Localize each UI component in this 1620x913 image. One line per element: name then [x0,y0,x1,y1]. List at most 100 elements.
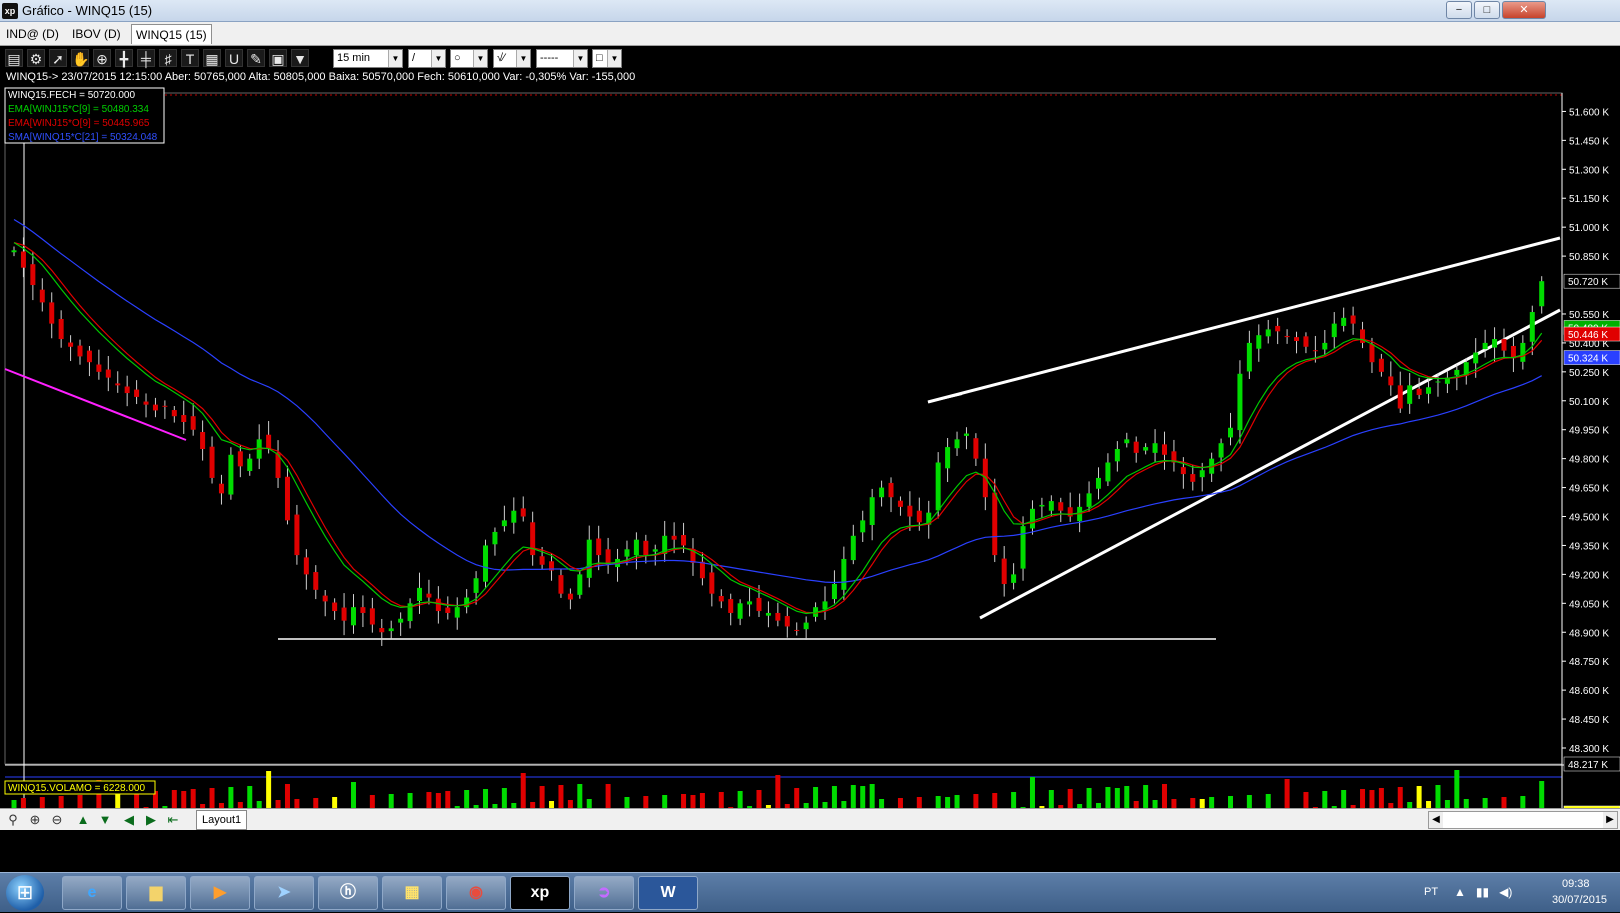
candle-body[interactable] [1256,335,1262,349]
candle-body[interactable] [124,386,130,394]
candle-body[interactable] [313,572,319,590]
candle-body[interactable] [86,350,92,363]
gear-icon[interactable]: ⚙ [27,49,45,67]
candle-body[interactable] [963,433,969,436]
volume-bar[interactable] [1246,795,1252,808]
clock-time[interactable]: 09:38 [1562,878,1590,890]
volume-bar[interactable] [1011,792,1017,808]
volume-bar[interactable] [1048,790,1054,808]
volume-bar[interactable] [501,788,507,808]
volume-bar[interactable] [332,797,338,808]
volume-bar[interactable] [1086,788,1092,808]
volume-bar[interactable] [681,794,687,808]
volume-bar[interactable] [954,795,960,808]
chevron-down-icon[interactable]: ▼ [388,50,402,67]
volume-bar[interactable] [1284,779,1290,808]
candle-body[interactable] [284,476,290,521]
volume-bar[interactable] [992,793,998,808]
candle-body[interactable] [1114,449,1120,462]
volume-bar[interactable] [77,795,83,808]
candle-body[interactable] [30,264,36,286]
candle-body[interactable] [1350,315,1356,324]
volume-bar[interactable] [1454,770,1460,808]
candle-body[interactable] [1426,387,1432,394]
candle-body[interactable] [162,405,168,407]
volume-bar[interactable] [1463,799,1469,808]
volume-bar[interactable] [256,801,262,808]
candle-body[interactable] [322,595,328,602]
candle-body[interactable] [1303,336,1309,347]
candle-body[interactable] [765,612,771,616]
volume-bar[interactable] [1482,798,1488,808]
close-button[interactable]: ✕ [1502,1,1546,19]
candle-body[interactable] [247,458,253,471]
scroll-up-icon[interactable]: ▲ [74,811,92,829]
volume-bar[interactable] [115,793,121,808]
volume-bar[interactable] [1369,790,1375,808]
candle-body[interactable] [1265,329,1271,337]
volume-bar[interactable] [171,790,177,808]
candle-body[interactable] [39,289,45,303]
clock-date[interactable]: 30/07/2015 [1552,894,1607,906]
volume-bar[interactable] [275,800,281,808]
candle-body[interactable] [388,628,394,632]
candle-body[interactable] [171,410,177,417]
volume-bar[interactable] [1209,797,1215,808]
volume-bar[interactable] [794,788,800,808]
candle-body[interactable] [624,549,630,557]
candle-body[interactable] [992,492,998,556]
candle-body[interactable] [1237,373,1243,431]
chevron-down-icon[interactable]: ▼ [431,50,445,67]
candle-body[interactable] [266,434,272,450]
media-player-icon[interactable]: ▶ [190,876,250,910]
word-icon[interactable]: W [638,876,698,910]
volume-bar[interactable] [586,799,592,808]
candle-body[interactable] [454,607,460,618]
candle-body[interactable] [822,601,828,610]
candle-body[interactable] [435,598,441,612]
candle-body[interactable] [228,454,234,495]
volume-bar[interactable] [813,787,819,808]
candle-body[interactable] [699,561,705,579]
candle-body[interactable] [464,597,470,608]
candle-body[interactable] [671,535,677,540]
scroll-arrow-left-icon[interactable]: ◀ [1429,812,1443,828]
volume-bar[interactable] [1397,787,1403,808]
volume-bar[interactable] [39,797,45,808]
volume-bar[interactable] [313,798,319,808]
candle-body[interactable] [860,520,866,533]
volume-bar[interactable] [831,786,837,808]
arrow-tool-icon[interactable]: ➚ [49,49,67,67]
candle-body[interactable] [1294,337,1300,341]
candle-body[interactable] [332,602,338,612]
candle-body[interactable] [803,622,809,630]
candle-body[interactable] [643,540,649,556]
clipboard-icon[interactable]: ▣ [269,49,287,67]
volume-bar[interactable] [1303,792,1309,808]
candle-body[interactable] [1039,504,1045,507]
volume-bar[interactable] [879,799,885,808]
candle-body[interactable] [1190,474,1196,482]
candle-body[interactable] [68,342,74,347]
zoom-out-icon[interactable]: ⊖ [48,811,66,829]
candle-body[interactable] [181,415,187,422]
volume-bar[interactable] [935,796,941,808]
zoom-in-icon[interactable]: ⊕ [26,811,44,829]
volume-bar[interactable] [860,786,866,808]
zoom-icon[interactable]: ⊕ [93,49,111,67]
candle-body[interactable] [1341,317,1347,326]
volume-bar[interactable] [1199,799,1205,808]
volume-bar[interactable] [850,785,856,808]
volume-bar[interactable] [294,799,300,808]
candle-body[interactable] [20,251,26,268]
channel-lower-trendline[interactable] [979,308,1561,620]
candle-body[interactable] [200,432,206,450]
volume-bar[interactable] [1501,797,1507,808]
minimize-button[interactable]: − [1446,1,1472,19]
volume-bar[interactable] [1152,800,1158,808]
candle-body[interactable] [1284,335,1290,338]
candle-body[interactable] [209,446,215,478]
volume-bar[interactable] [973,794,979,808]
candle-body[interactable] [586,539,592,578]
volume-bar[interactable] [1105,787,1111,808]
